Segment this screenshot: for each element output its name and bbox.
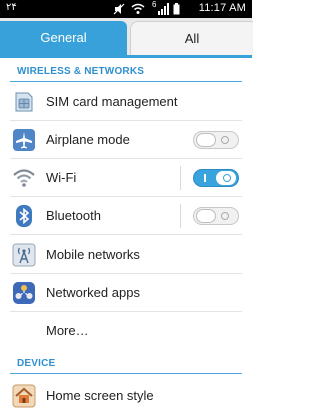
airplane-icon [13, 129, 35, 151]
wifi-toggle[interactable] [193, 169, 239, 187]
wifi-row[interactable]: Wi-Fi [0, 159, 252, 197]
home-screen-style-row[interactable]: Home screen style [0, 377, 252, 415]
mute-icon [113, 3, 125, 15]
wifi-icon [13, 169, 35, 187]
tab-bar: General All [0, 18, 253, 56]
airplane-mode-toggle[interactable] [193, 131, 239, 149]
toggle-on-mark [204, 174, 206, 182]
row-separator [180, 166, 181, 190]
wifi-status-icon [131, 3, 145, 14]
bluetooth-label: Bluetooth [46, 208, 101, 223]
section-title-wireless: WIRELESS & NETWORKS [17, 66, 145, 77]
tab-underline [0, 55, 252, 58]
mobile-networks-label: Mobile networks [46, 247, 140, 262]
networked-apps-label: Networked apps [46, 285, 140, 300]
section-rule [10, 373, 242, 374]
row-divider [10, 234, 242, 235]
tab-all[interactable]: All [130, 21, 253, 56]
toggle-knob [196, 133, 216, 147]
airplane-mode-row[interactable]: Airplane mode [0, 121, 252, 159]
networked-apps-icon [13, 282, 35, 304]
toggle-off-mark [221, 136, 229, 144]
section-title-device: DEVICE [17, 358, 56, 369]
wifi-label: Wi-Fi [46, 170, 77, 185]
section-header-wireless: WIRELESS & NETWORKS [0, 60, 252, 82]
section-header-device: DEVICE [0, 352, 252, 374]
toggle-knob [196, 209, 216, 223]
signal-icon [158, 3, 169, 15]
more-row[interactable]: More… [0, 312, 252, 350]
status-left-text: ۲۴ [6, 2, 17, 13]
sim-card-row[interactable]: SIM card management [0, 83, 252, 121]
tab-general[interactable]: General [0, 21, 127, 55]
mobile-networks-row[interactable]: Mobile networks [0, 236, 252, 274]
battery-icon [173, 3, 180, 15]
sim-card-icon [15, 92, 33, 112]
clock: 11:17 AM [198, 2, 246, 14]
more-label: More… [46, 323, 89, 338]
home-screen-style-label: Home screen style [46, 388, 154, 403]
bluetooth-row[interactable]: Bluetooth [0, 197, 252, 235]
airplane-mode-label: Airplane mode [46, 132, 130, 147]
bluetooth-toggle[interactable] [193, 207, 239, 225]
bluetooth-icon [16, 205, 32, 227]
mobile-networks-icon [12, 243, 36, 267]
row-separator [180, 204, 181, 228]
networked-apps-row[interactable]: Networked apps [0, 274, 252, 312]
signal-label: 6 [152, 0, 157, 9]
toggle-off-mark [221, 212, 229, 220]
home-icon [12, 384, 36, 408]
toggle-knob-mark [223, 174, 231, 182]
sim-card-label: SIM card management [46, 94, 178, 109]
status-bar: ۲۴ 6 11:17 AM [0, 0, 252, 18]
section-rule [10, 81, 242, 82]
